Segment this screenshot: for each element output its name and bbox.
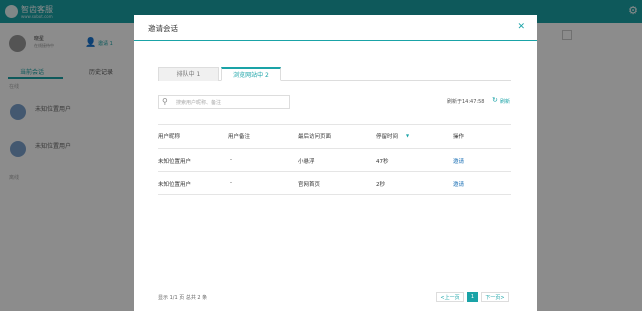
cell-nickname: 未知位置用户 — [158, 182, 192, 188]
invite-session-modal: 邀请会话 ✕ — [134, 15, 537, 311]
sort-icon[interactable]: ▼ — [406, 133, 409, 138]
page-number-button[interactable]: 1 — [467, 292, 478, 302]
refresh-time: 刷新于14:47:58 — [447, 99, 485, 105]
cell-note: - — [230, 180, 232, 186]
pagination-info: 显示 1/1 页 总共 2 条 — [158, 295, 208, 301]
cell-stay-time: 2秒 — [376, 182, 385, 188]
invite-link[interactable]: 邀请 — [453, 180, 464, 188]
table-top-border — [158, 124, 511, 125]
close-icon[interactable]: ✕ — [517, 22, 525, 32]
column-header-last-page: 最后访问页面 — [298, 134, 332, 140]
column-header-stay-time[interactable]: 停留时间 — [376, 132, 398, 140]
cell-last-page: 小悬浮 — [298, 159, 315, 165]
row-divider — [158, 171, 511, 172]
tab-browsing[interactable]: 浏览网站中 2 — [221, 67, 281, 81]
modal-title: 邀请会话 — [148, 24, 178, 33]
refresh-button[interactable]: 刷新 — [500, 98, 510, 105]
row-divider — [158, 194, 511, 195]
column-header-note: 用户备注 — [228, 134, 251, 140]
cell-nickname: 未知位置用户 — [158, 159, 192, 165]
prev-page-button[interactable]: <上一页 — [436, 292, 464, 302]
tab-queue[interactable]: 排队中 1 — [158, 67, 219, 81]
search-placeholder: 搜索用户昵称、备注 — [176, 100, 222, 106]
cell-note: - — [230, 157, 232, 163]
table-header-border — [158, 148, 511, 149]
next-page-button[interactable]: 下一页> — [481, 292, 509, 302]
column-header-nickname: 用户昵称 — [158, 134, 181, 140]
search-input[interactable]: ⚲ 搜索用户昵称、备注 — [158, 95, 290, 109]
column-header-action: 操作 — [453, 134, 465, 140]
invite-link[interactable]: 邀请 — [453, 157, 464, 165]
header-divider — [134, 40, 537, 41]
search-icon: ⚲ — [162, 97, 168, 106]
cell-stay-time: 47秒 — [376, 159, 389, 165]
refresh-icon[interactable]: ↻ — [492, 96, 498, 104]
cell-last-page: 官网首页 — [298, 182, 321, 188]
